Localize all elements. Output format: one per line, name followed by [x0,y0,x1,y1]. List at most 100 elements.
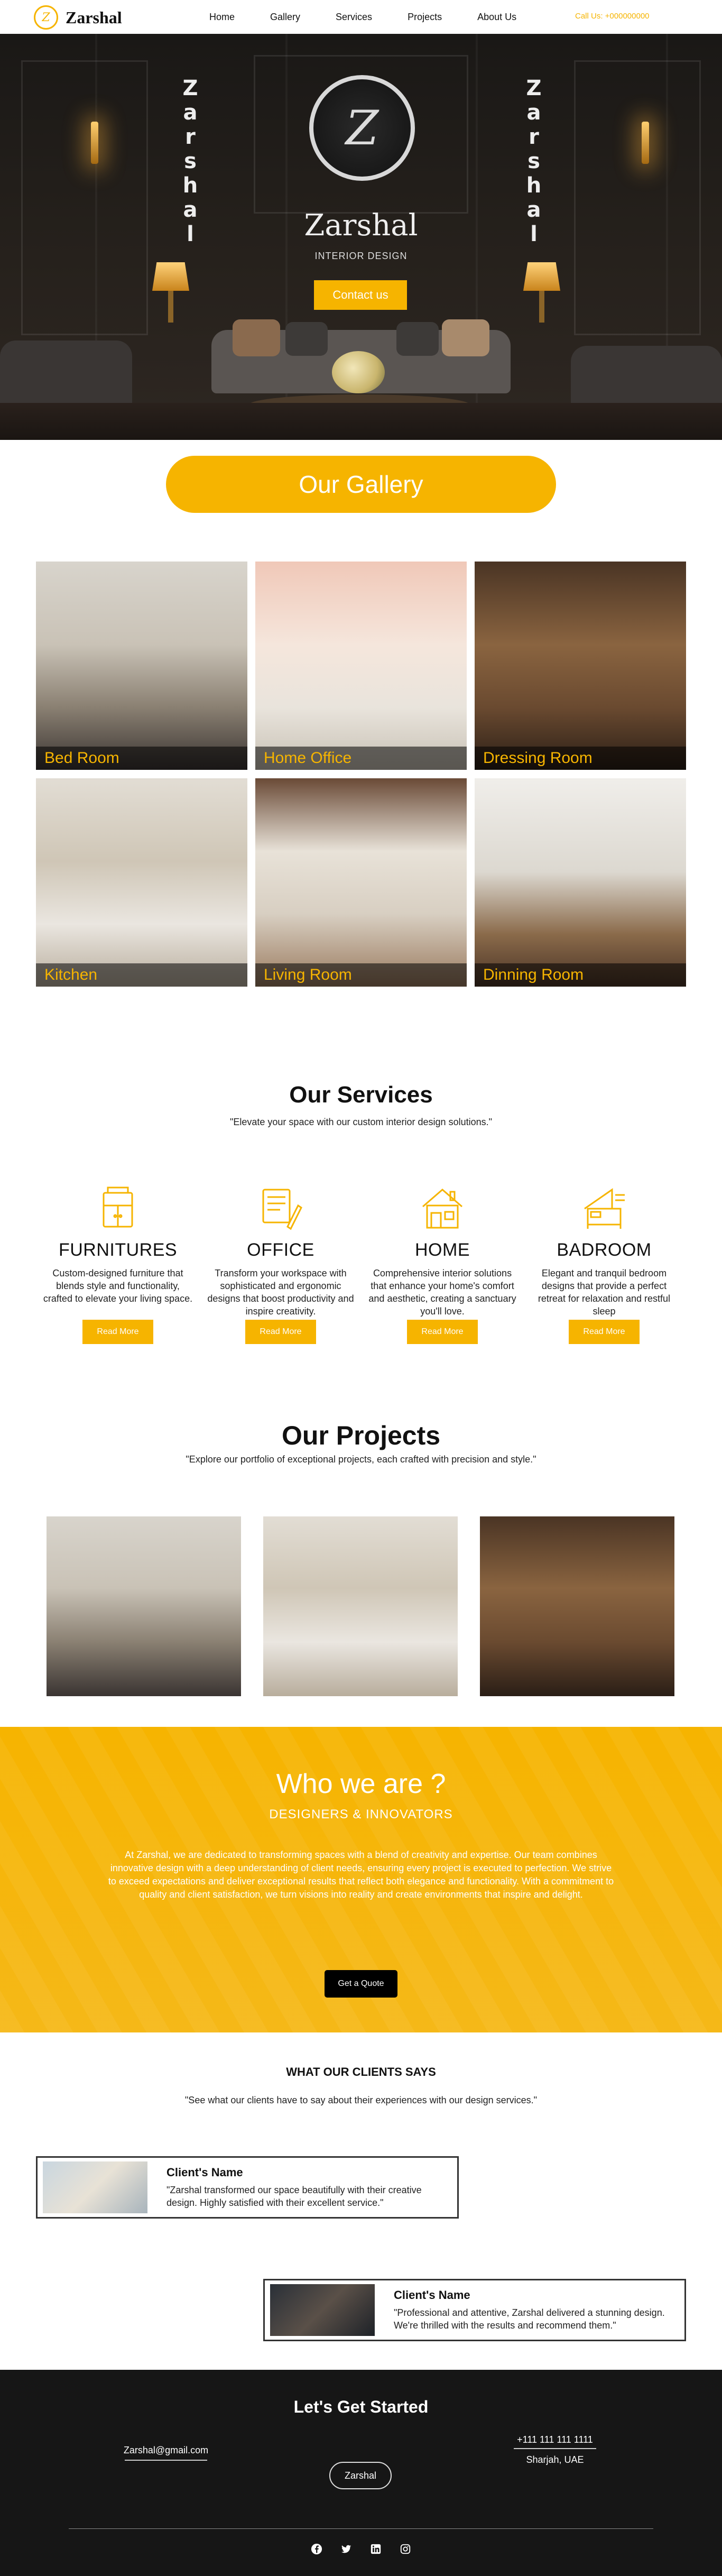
client-name: Client's Name [166,2166,243,2179]
linkedin-icon[interactable] [369,2542,383,2556]
gallery-title: Our Gallery [166,456,556,513]
nav-link-projects[interactable]: Projects [408,12,442,23]
cabinet-icon [103,1186,133,1228]
footer-rule [69,2528,653,2529]
client-photo [270,2284,375,2336]
gallery-image [255,778,467,987]
service-description: Transform your workspace with sophistica… [207,1268,354,1317]
testimonial-card: Client's Name "Professional and attentiv… [263,2279,686,2341]
gallery-image [36,778,247,987]
gallery-caption: Dinning Room [475,963,686,987]
twitter-icon[interactable] [339,2542,353,2556]
social-links [310,2542,412,2556]
nav-link-services[interactable]: Services [336,12,372,23]
house-icon [422,1189,462,1229]
hero-brand: Zarshal [304,208,418,243]
floor [0,403,722,440]
gallery-card-kitchen[interactable]: Kitchen [36,778,247,987]
gallery-image [255,562,467,770]
top-nav: Z Zarshal Home Gallery Services Projects… [0,0,722,34]
services-subtitle: "Elevate your space with our custom inte… [229,1117,493,1127]
nav-phone[interactable]: Call Us: +000000000 [575,12,650,21]
project-card-bedroom[interactable] [47,1516,241,1696]
gallery-image [475,778,686,987]
testimonials-title: WHAT OUR CLIENTS SAYS [286,2065,436,2078]
about-body: At Zarshal, we are dedicated to transfor… [108,1850,614,1900]
gallery-image [36,562,247,770]
services-title: Our Services [289,1082,433,1108]
facebook-icon[interactable] [310,2542,323,2556]
nav-link-home[interactable]: Home [209,12,235,23]
wall-panel [574,60,701,335]
service-description: Elegant and tranquil bedroom designs tha… [538,1268,671,1317]
project-card-dressing-room[interactable] [480,1516,674,1696]
instagram-icon[interactable] [399,2542,412,2556]
client-name: Client's Name [394,2288,470,2302]
get-a-quote-button[interactable]: Get a Quote [325,1970,397,1998]
service-description: Custom-designed furniture that blends st… [43,1268,193,1304]
footer-divider [125,2460,207,2461]
service-bedroom: BADROOM Elegant and tranquil bedroom des… [527,1184,681,1344]
hero: Zarshal Zarshal Z Zarshal INTERIOR DESIG… [0,34,722,440]
read-more-button[interactable]: Read More [245,1320,316,1344]
hero-emblem-icon: Z [309,75,415,181]
gallery-card-dining-room[interactable]: Dinning Room [475,778,686,987]
service-title: BADROOM [557,1240,652,1260]
gallery-caption: Dressing Room [475,747,686,770]
gallery-card-living-room[interactable]: Living Room [255,778,467,987]
contact-us-button[interactable]: Contact us [314,280,407,310]
cushion [396,322,439,356]
cushion [233,319,280,356]
testimonial-card: Client's Name "Zarshal transformed our s… [36,2156,459,2219]
service-office: OFFICE Transform your workspace with sop… [204,1184,357,1344]
projects-subtitle: "Explore our portfolio of exceptional pr… [186,1454,536,1465]
about-section: Who we are ? DESIGNERS & INNOVATORS At Z… [0,1727,722,2032]
service-title: FURNITURES [58,1240,178,1260]
wall-panel [21,60,148,335]
testimonials-subtitle: "See what our clients have to say about … [184,2095,538,2105]
service-description: Comprehensive interior solutions that en… [368,1268,516,1317]
project-card-kitchen[interactable] [263,1516,458,1696]
gallery-card-bedroom[interactable]: Bed Room [36,562,247,770]
service-home: HOME Comprehensive interior solutions th… [366,1184,519,1344]
client-quote: "Professional and attentive, Zarshal del… [394,2307,665,2331]
hero-subtitle: INTERIOR DESIGN [314,251,408,261]
wall-sconce [91,122,98,164]
footer-location: Sharjah, UAE [526,2454,584,2465]
projects-title: Our Projects [281,1421,441,1450]
gallery-caption: Kitchen [36,963,247,987]
flower-vase [332,351,385,393]
wall-sconce [642,122,649,164]
service-furnitures: FURNITURES Custom-designed furniture tha… [41,1184,195,1344]
cushion [285,322,328,356]
table-lamp [523,262,560,291]
footer-email[interactable]: Zarshal@gmail.com [113,2445,219,2456]
about-title: Who we are ? [276,1769,446,1799]
gallery-caption: Home Office [255,747,467,770]
client-quote: "Zarshal transformed our space beautiful… [166,2185,422,2208]
gallery-caption: Living Room [255,963,467,987]
footer-divider [514,2448,596,2449]
logo[interactable]: Z Zarshal [34,5,122,30]
brand-name: Zarshal [66,7,122,27]
nav-link-gallery[interactable]: Gallery [270,12,300,23]
read-more-button[interactable]: Read More [569,1320,640,1344]
gallery-card-dressing-room[interactable]: Dressing Room [475,562,686,770]
footer-phone[interactable]: +111 111 111 1111 [502,2434,608,2445]
zarshal-logo-icon: Z [34,5,58,30]
footer-brand-button[interactable]: Zarshal [329,2462,392,2489]
footer-title: Let's Get Started [293,2397,429,2416]
gallery-caption: Bed Room [36,747,247,770]
nav-link-about[interactable]: About Us [477,12,516,23]
footer: Let's Get Started Zarshal@gmail.com Zars… [0,2370,722,2576]
service-title: OFFICE [247,1240,314,1260]
bedroom-icon [584,1188,625,1229]
about-subtitle: DESIGNERS & INNOVATORS [269,1807,453,1821]
nav-links: Home Gallery Services Projects About Us [209,0,552,34]
service-title: HOME [415,1240,470,1260]
read-more-button[interactable]: Read More [407,1320,478,1344]
lamp-base [539,291,544,323]
read-more-button[interactable]: Read More [82,1320,153,1344]
gallery-card-home-office[interactable]: Home Office [255,562,467,770]
gallery-image [475,562,686,770]
